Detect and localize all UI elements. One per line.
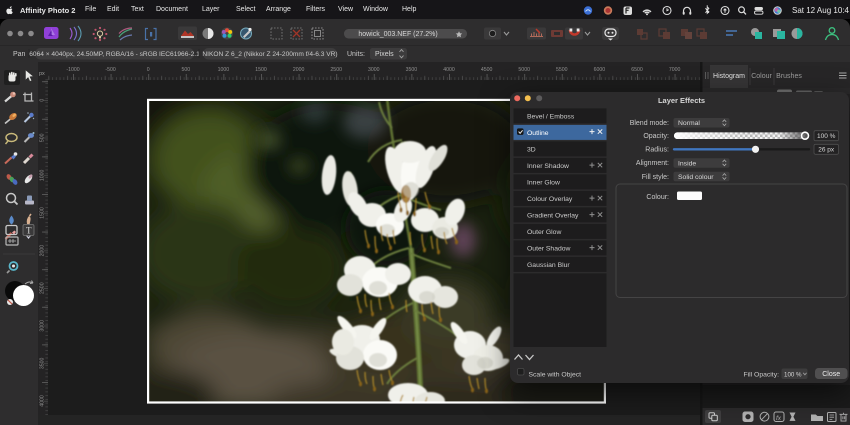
svg-text:2500: 2500 — [330, 67, 342, 73]
svg-text:3500: 3500 — [406, 67, 418, 73]
svg-text:3000: 3000 — [368, 67, 380, 73]
svg-text:4500: 4500 — [481, 67, 493, 73]
svg-text:Colour Overlay: Colour Overlay — [527, 196, 573, 203]
svg-text:2000: 2000 — [293, 67, 305, 73]
svg-text:Outer Glow: Outer Glow — [527, 229, 561, 236]
svg-text:1000: 1000 — [218, 67, 230, 73]
svg-text:Layer Effects: Layer Effects — [658, 96, 705, 105]
svg-text:3000: 3000 — [40, 320, 46, 332]
svg-text:Brushes: Brushes — [776, 73, 802, 80]
svg-text:Normal: Normal — [678, 120, 700, 127]
svg-text:Inner Shadow: Inner Shadow — [527, 163, 569, 170]
svg-text:Inside: Inside — [678, 160, 696, 167]
svg-text:fx: fx — [776, 415, 782, 422]
svg-text:howick_003.NEF (27.2%): howick_003.NEF (27.2%) — [358, 31, 437, 38]
svg-text:Solid colour: Solid colour — [678, 174, 714, 181]
svg-text:100 %: 100 % — [784, 371, 802, 378]
svg-text:Pan: Pan — [13, 51, 26, 58]
svg-text:2000: 2000 — [40, 245, 46, 257]
svg-text:2500: 2500 — [40, 282, 46, 294]
svg-text:-500: -500 — [105, 67, 115, 73]
svg-text:Close: Close — [822, 371, 840, 378]
svg-text:-1000: -1000 — [66, 67, 79, 73]
svg-text:Histogram: Histogram — [713, 73, 745, 80]
svg-text:100 %: 100 % — [817, 133, 836, 140]
svg-text:Radius:: Radius: — [645, 147, 669, 154]
svg-text:0: 0 — [147, 67, 150, 73]
svg-text:Fill style:: Fill style: — [642, 174, 669, 181]
svg-text:26 px: 26 px — [818, 147, 835, 154]
svg-text:1500: 1500 — [40, 207, 46, 219]
svg-text:Scale with Object: Scale with Object — [529, 372, 582, 379]
svg-text:Bevel / Emboss: Bevel / Emboss — [527, 114, 575, 121]
svg-text:Gaussian Blur: Gaussian Blur — [527, 262, 570, 269]
svg-text:1000: 1000 — [40, 170, 46, 182]
svg-text:4000: 4000 — [443, 67, 455, 73]
svg-text:Opacity:: Opacity: — [643, 133, 669, 140]
svg-text:Alignment:: Alignment: — [636, 160, 669, 167]
svg-text:Blend mode:: Blend mode: — [630, 120, 669, 127]
svg-text:T: T — [26, 226, 32, 236]
svg-text:3D: 3D — [527, 147, 536, 154]
svg-text:6500: 6500 — [631, 67, 643, 73]
svg-text:6064 × 4040px, 24.50MP, RGBA/1: 6064 × 4040px, 24.50MP, RGBA/16 - sRGB I… — [29, 51, 200, 58]
svg-text:Inner Glow: Inner Glow — [527, 180, 560, 187]
svg-text:Colour: Colour — [751, 73, 772, 80]
svg-text:4000: 4000 — [40, 395, 46, 407]
svg-text:1500: 1500 — [255, 67, 267, 73]
svg-text:Fill Opacity:: Fill Opacity: — [743, 372, 779, 379]
svg-text:Colour:: Colour: — [646, 194, 669, 201]
svg-text:Outline: Outline — [527, 130, 549, 137]
svg-text:3500: 3500 — [40, 358, 46, 370]
svg-text:0: 0 — [40, 99, 46, 102]
svg-text:7000: 7000 — [669, 67, 681, 73]
svg-text:Units:: Units: — [347, 51, 365, 58]
svg-text:500: 500 — [40, 133, 46, 142]
svg-text:px: px — [39, 71, 45, 77]
svg-text:Pixels: Pixels — [375, 51, 394, 58]
svg-text:6000: 6000 — [594, 67, 606, 73]
svg-text:Outer Shadow: Outer Shadow — [527, 246, 571, 253]
svg-text:5000: 5000 — [518, 67, 530, 73]
svg-text:Gradient Overlay: Gradient Overlay — [527, 213, 579, 220]
svg-text:5500: 5500 — [556, 67, 568, 73]
svg-text:500: 500 — [181, 67, 190, 73]
svg-text:NIKON Z 6_2 (Nikkor Z 24-200mm: NIKON Z 6_2 (Nikkor Z 24-200mm f/4-6.3 V… — [202, 51, 337, 58]
